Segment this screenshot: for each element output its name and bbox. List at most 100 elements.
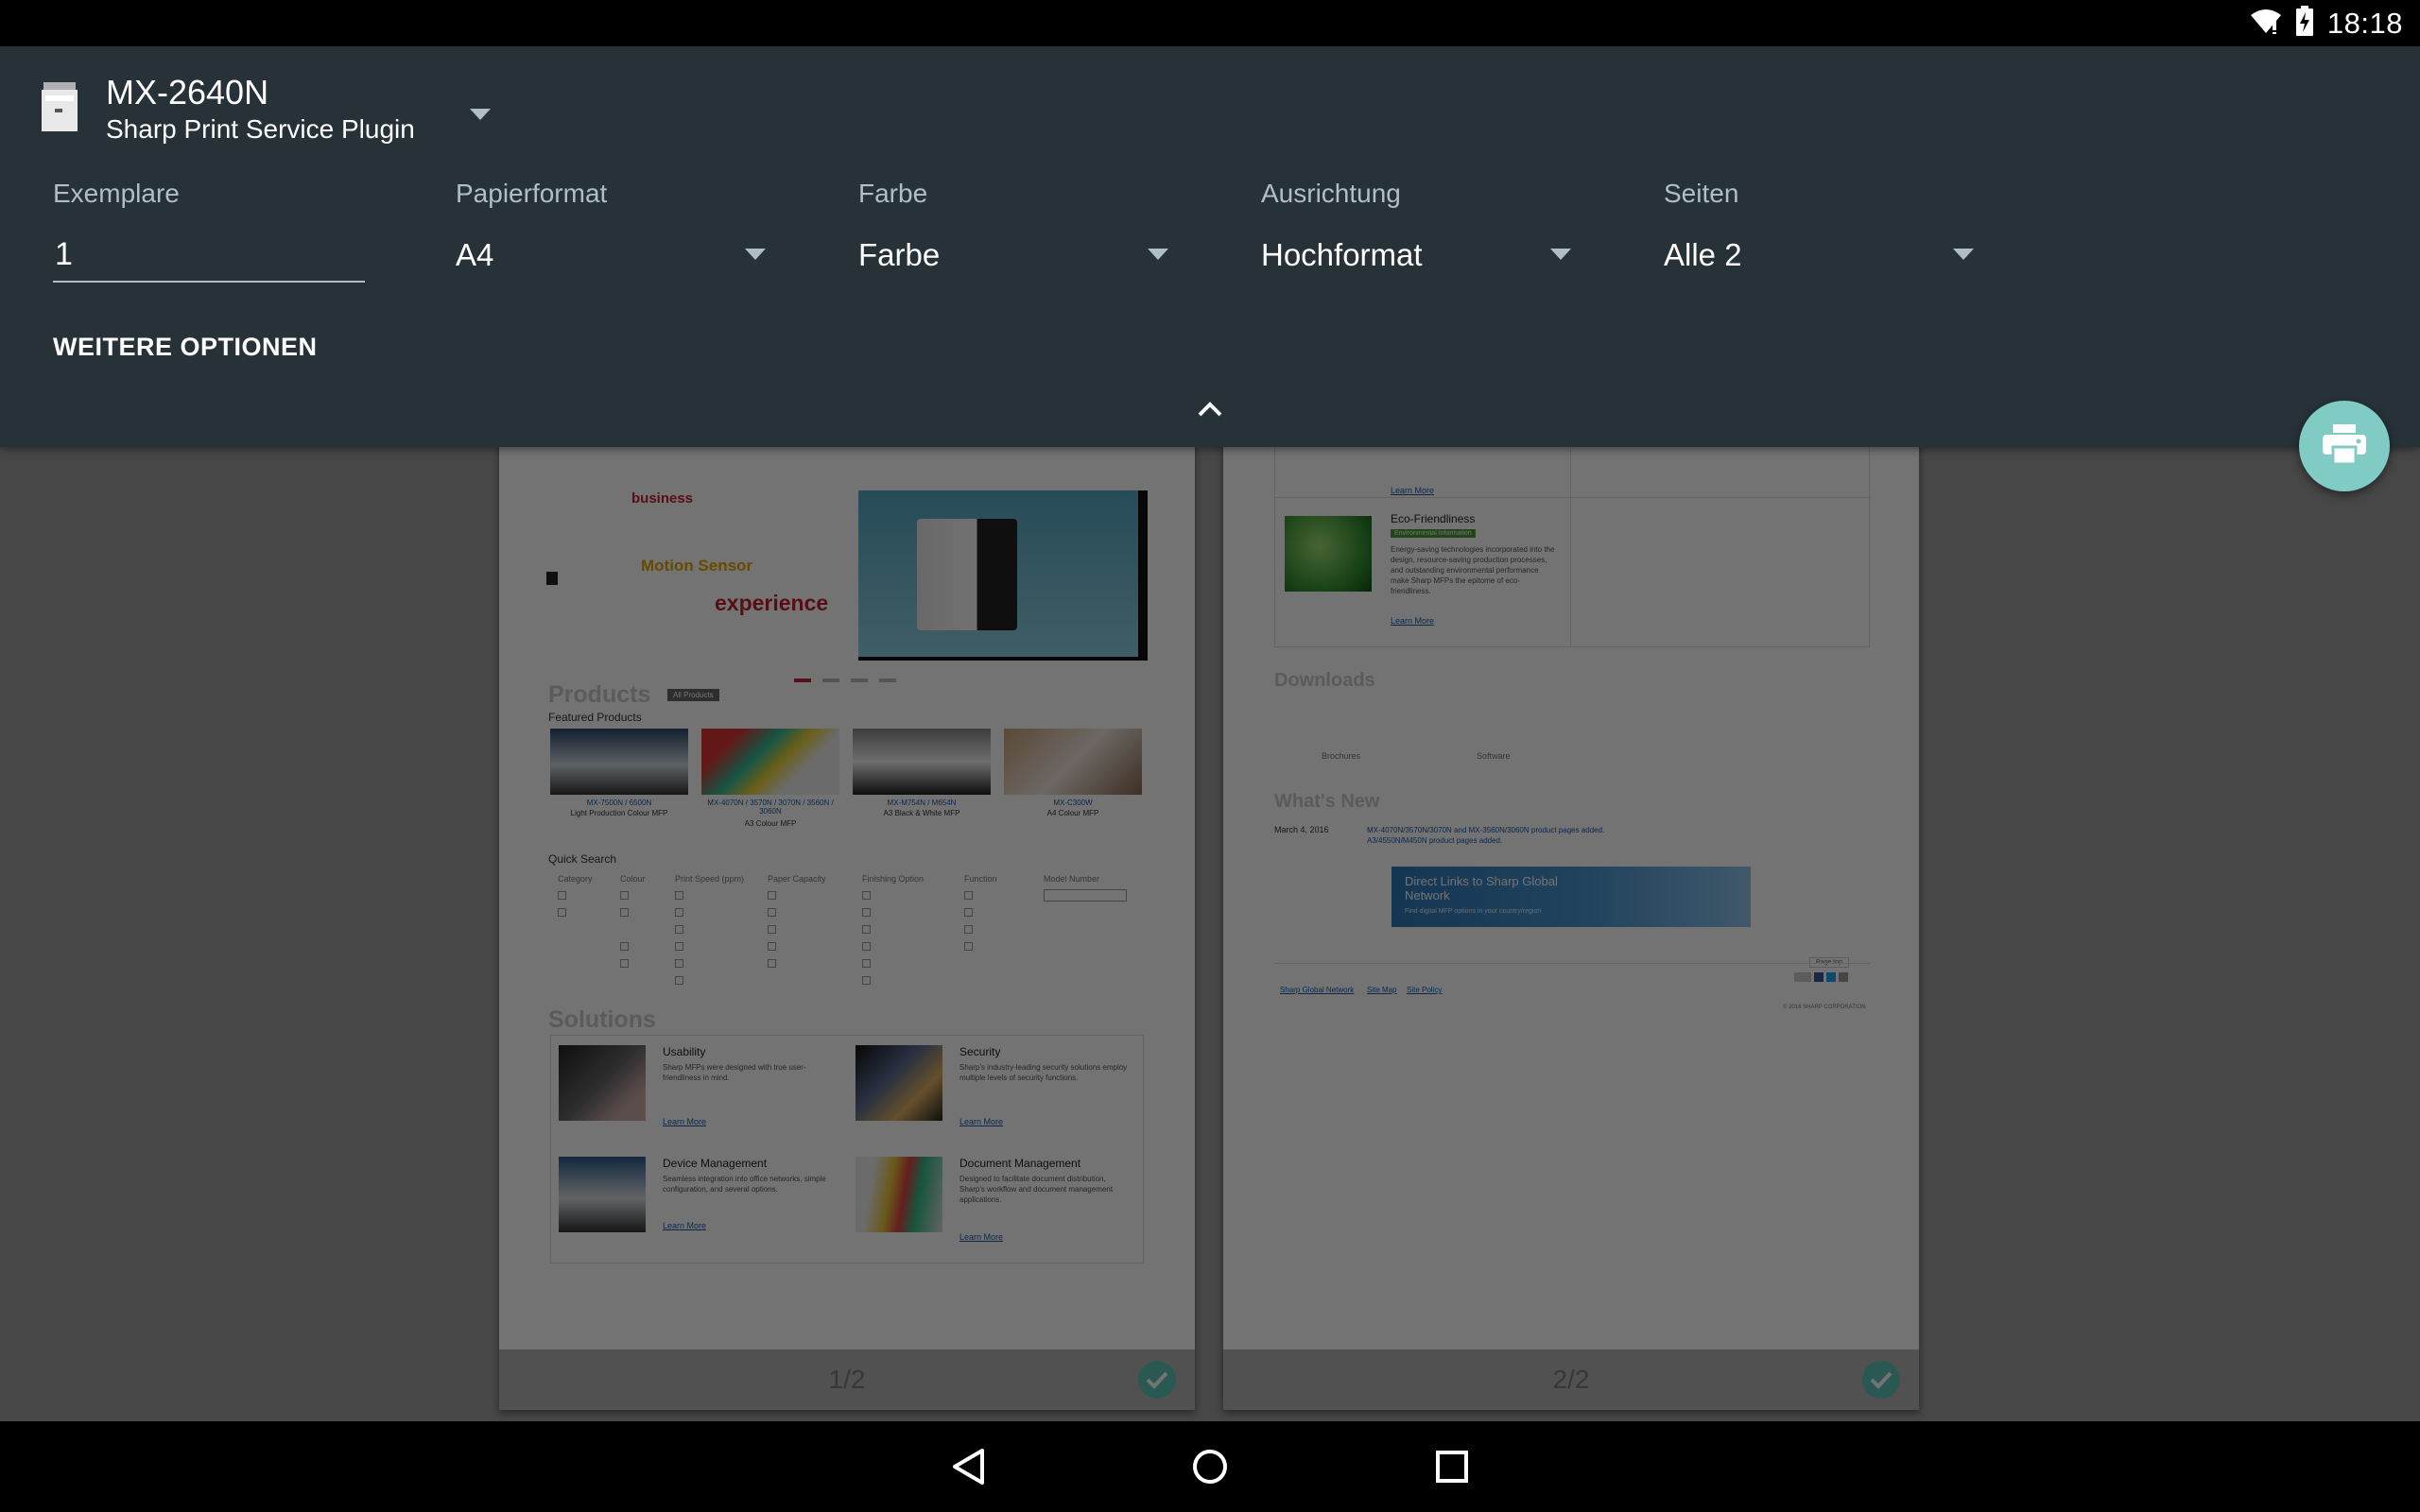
solution-text-document-management: Designed to facilitate document distribu… xyxy=(959,1175,1114,1204)
preview-page-1[interactable]: business Motion Sensor experience Produc… xyxy=(499,405,1195,1410)
direct-links-banner[interactable]: Direct Links to Sharp Global Network Fin… xyxy=(1392,867,1751,927)
learn-more-top-link[interactable]: Learn More xyxy=(1391,486,1434,495)
product-desc-1: Light Production Colour MFP xyxy=(570,809,668,817)
product-image-2[interactable] xyxy=(701,729,839,795)
clock: 18:18 xyxy=(2326,6,2403,40)
solution-image-usability xyxy=(559,1045,646,1121)
eco-leaf-image xyxy=(1285,516,1372,592)
solution-title-device-management: Device Management xyxy=(663,1157,768,1170)
solution-title-usability: Usability xyxy=(663,1045,706,1058)
direct-links-subtitle: Find digital MFP options in your country… xyxy=(1405,908,1542,915)
pages-label: Seiten xyxy=(1664,179,1739,208)
qs-col-finishing: Finishing Option xyxy=(862,874,925,884)
product-image-3[interactable] xyxy=(853,729,991,795)
product-image-1[interactable] xyxy=(550,729,688,795)
home-icon[interactable] xyxy=(1182,1438,1238,1495)
download-item-brochures[interactable]: Brochures xyxy=(1322,751,1360,761)
download-item-software[interactable]: Software xyxy=(1477,751,1511,761)
eco-text: Energy-saving technologies incorporated … xyxy=(1391,545,1555,595)
news-text[interactable]: MX-4070N/3570N/3070N and MX-3560N/3060N … xyxy=(1367,825,1651,846)
solution-image-document-management xyxy=(856,1157,942,1232)
printer-service-name[interactable]: Sharp Print Service Plugin xyxy=(106,114,415,145)
page-selected-check-icon[interactable] xyxy=(1862,1361,1900,1399)
page-number-label: 2/2 xyxy=(1552,1365,1590,1394)
product-desc-4: A4 Colour MFP xyxy=(1046,809,1099,817)
solutions-heading: Solutions xyxy=(548,1006,656,1033)
solution-title-document-management: Document Management xyxy=(959,1157,1081,1170)
pages-option[interactable]: Seiten Alle 2 xyxy=(1664,179,2004,272)
solution-image-security xyxy=(856,1045,942,1121)
direct-links-title: Direct Links to Sharp Global Network xyxy=(1405,874,1558,902)
solution-link-security[interactable]: Learn More xyxy=(959,1117,1003,1126)
page-number-label: 1/2 xyxy=(828,1365,866,1394)
qs-col-function: Function xyxy=(964,874,997,884)
pages-value[interactable]: Alle 2 xyxy=(1664,237,1742,273)
page-2-footer: 2/2 xyxy=(1223,1349,1919,1410)
solution-link-document-management[interactable]: Learn More xyxy=(959,1232,1003,1242)
quick-search-form[interactable]: Category Colour Print Speed (ppm) Paper … xyxy=(558,874,1144,988)
solution-text-device-management: Seamless integration into office network… xyxy=(663,1175,826,1194)
solution-link-usability[interactable]: Learn More xyxy=(663,1117,706,1126)
qs-col-category: Category xyxy=(558,874,593,884)
products-heading: Products xyxy=(548,681,651,708)
chevron-up-icon[interactable] xyxy=(1191,390,1229,428)
carousel-dots[interactable] xyxy=(794,670,908,682)
copies-input[interactable] xyxy=(53,228,365,283)
pages-dropdown-arrow-icon[interactable] xyxy=(1949,243,1978,266)
qs-col-colour: Colour xyxy=(620,874,646,884)
battery-charging-icon xyxy=(2295,6,2314,41)
all-products-button[interactable]: All Products xyxy=(667,689,719,701)
solution-title-security: Security xyxy=(959,1045,1001,1058)
printer-device-icon xyxy=(42,82,78,131)
product-desc-2: A3 Colour MFP xyxy=(744,819,797,828)
orientation-value[interactable]: Hochformat xyxy=(1261,237,1423,273)
color-value[interactable]: Farbe xyxy=(858,237,940,273)
orientation-dropdown-arrow-icon[interactable] xyxy=(1547,243,1575,266)
print-icon xyxy=(2323,423,2366,469)
banner-motion-sensor: Motion Sensor xyxy=(641,557,753,575)
qs-col-speed: Print Speed (ppm) xyxy=(675,874,745,884)
eco-badge[interactable]: Environmental Information xyxy=(1391,529,1476,538)
whats-new-heading: What's New xyxy=(1274,791,1380,812)
qs-col-model: Model Number xyxy=(1044,874,1100,884)
preview-page-2[interactable]: Learn More Eco-Friendliness Environmenta… xyxy=(1223,405,1919,1410)
footer-link-site-map[interactable]: Site Map xyxy=(1367,986,1397,994)
recents-icon[interactable] xyxy=(1424,1438,1480,1495)
solution-link-device-management[interactable]: Learn More xyxy=(663,1221,706,1230)
product-model-4[interactable]: MX-C300W xyxy=(1004,799,1142,807)
copyright: © 2016 SHARP CORPORATION xyxy=(1783,1005,1866,1010)
back-icon[interactable] xyxy=(940,1438,996,1495)
product-model-2[interactable]: MX-4070N / 3570N / 3070N / 3560N / 3060N xyxy=(701,799,839,816)
banner-experience: experience xyxy=(715,591,829,615)
product-model-1[interactable]: MX-7500N / 6500N xyxy=(550,799,688,807)
banner-image xyxy=(858,490,1148,661)
more-options-button[interactable]: WEITERE OPTIONEN xyxy=(53,333,318,362)
paper-size-label: Papierformat xyxy=(456,179,608,208)
product-model-3[interactable]: MX-M754N / M654N xyxy=(853,799,991,807)
product-desc-3: A3 Black & White MFP xyxy=(883,809,960,817)
color-label: Farbe xyxy=(858,179,928,208)
print-button[interactable] xyxy=(2299,401,2390,491)
color-dropdown-arrow-icon[interactable] xyxy=(1144,243,1172,266)
paper-size-dropdown-arrow-icon[interactable] xyxy=(741,243,769,266)
footer-link-global-network[interactable]: Sharp Global Network xyxy=(1280,986,1354,994)
footer-link-site-policy[interactable]: Site Policy xyxy=(1407,986,1442,994)
printer-dropdown-arrow-icon[interactable] xyxy=(463,97,497,131)
model-number-input[interactable] xyxy=(1044,889,1127,902)
color-option[interactable]: Farbe Farbe xyxy=(858,179,1199,272)
paper-size-value[interactable]: A4 xyxy=(456,237,493,273)
banner-word-business: business xyxy=(631,490,694,507)
printer-name[interactable]: MX-2640N xyxy=(106,73,268,112)
featured-products-label: Featured Products xyxy=(548,711,642,724)
solution-text-usability: Sharp MFPs were designed with true user-… xyxy=(663,1063,806,1082)
carousel-prev-icon[interactable] xyxy=(546,572,558,585)
product-image-4[interactable] xyxy=(1004,729,1142,795)
eco-learn-more-link[interactable]: Learn More xyxy=(1391,616,1434,626)
orientation-option[interactable]: Ausrichtung Hochformat xyxy=(1261,179,1601,272)
page-selected-check-icon[interactable] xyxy=(1138,1361,1176,1399)
print-options-panel: MX-2640N Sharp Print Service Plugin Exem… xyxy=(0,46,2420,447)
copies-option: Exemplare xyxy=(53,179,393,283)
navigation-bar xyxy=(0,1421,2420,1512)
social-share-icons[interactable] xyxy=(1794,972,1851,984)
paper-size-option[interactable]: Papierformat A4 xyxy=(456,179,796,272)
